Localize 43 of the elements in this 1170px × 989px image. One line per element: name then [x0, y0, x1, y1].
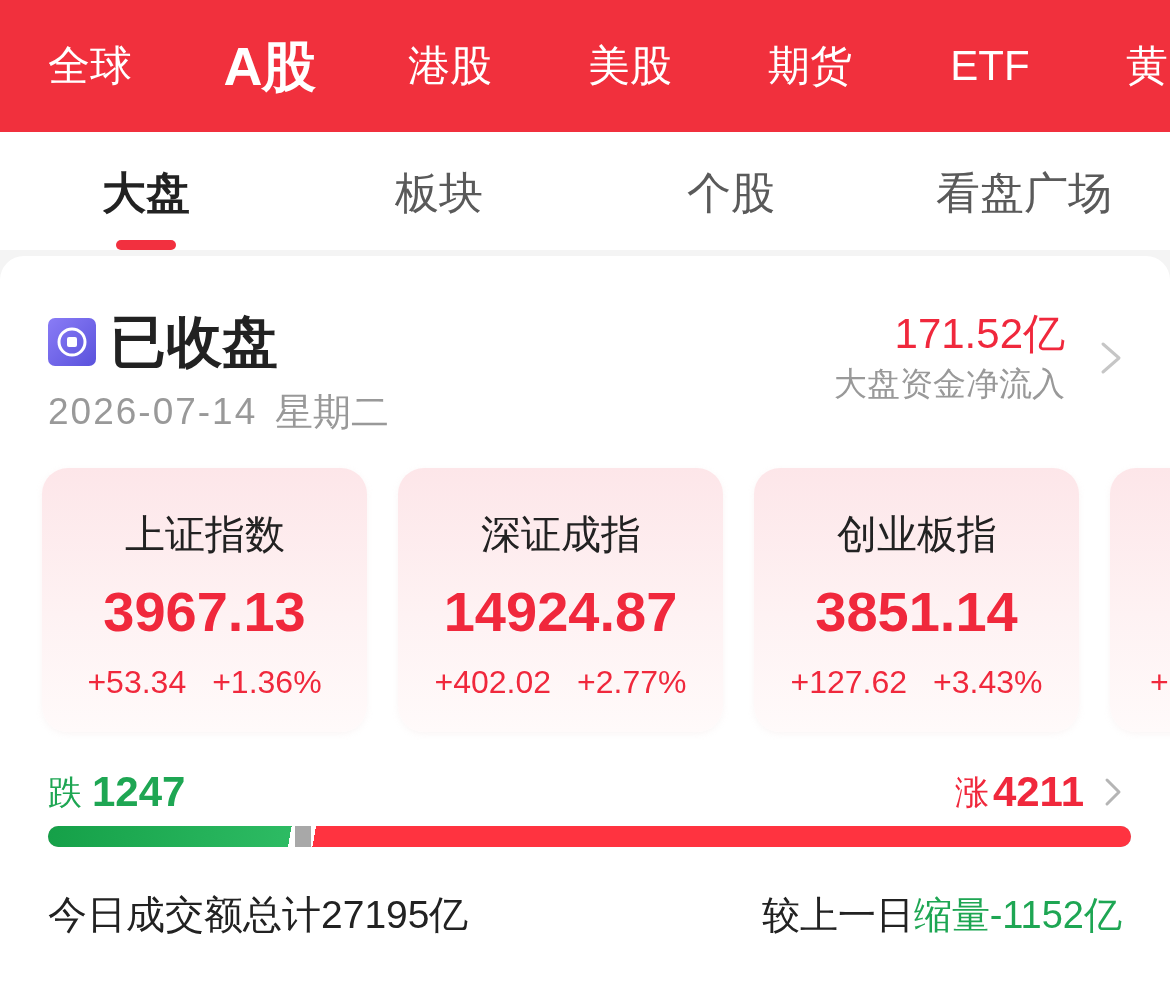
chevron-right-icon[interactable] [1100, 341, 1122, 375]
sub-tab[interactable]: 大盘 [0, 132, 293, 250]
index-change: +53.34 [87, 663, 187, 702]
index-change-percent: +3.43% [933, 663, 1043, 702]
index-change: +127.62 [790, 663, 908, 702]
index-name: 创业板指 [835, 511, 998, 558]
index-value: 3851.14 [814, 580, 1019, 644]
fall-count: 1247 [92, 768, 186, 816]
market-tab[interactable]: 期货 [720, 38, 900, 94]
index-name: 深证成指 [479, 511, 642, 558]
market-status: 已收盘 [110, 310, 278, 374]
market-tab[interactable]: ETF [900, 38, 1080, 94]
volume-change: 缩量-1152亿 [913, 893, 1122, 938]
index-change: +402.02 [434, 663, 552, 702]
market-tab[interactable]: 美股 [540, 38, 720, 94]
comparison-label: 较上一日 [761, 893, 914, 938]
sub-tab[interactable]: 看盘广场 [877, 132, 1170, 250]
rise-label: 涨 [954, 772, 989, 813]
index-card[interactable]: + [1110, 468, 1170, 732]
sub-tab[interactable]: 板块 [292, 132, 585, 250]
index-value: 3967.13 [102, 580, 307, 644]
index-value: 14924.87 [442, 580, 679, 644]
sub-tab[interactable]: 个股 [585, 132, 878, 250]
index-card[interactable]: 创业板指 3851.14 +127.62 +3.43% [754, 468, 1079, 732]
chevron-right-icon[interactable] [1104, 777, 1122, 807]
tab-underline [116, 240, 177, 250]
index-name: 上证指数 [123, 511, 286, 558]
fall-label: 跌 [48, 772, 82, 813]
turnover-total: 今日成交额总计27195亿 [48, 892, 469, 938]
index-change-percent: +2.77% [577, 663, 687, 702]
index-change: + [1150, 663, 1169, 702]
trade-date: 2026-07-14 [48, 390, 258, 434]
market-tab[interactable]: 港股 [360, 38, 540, 94]
market-tab[interactable]: 全球 [0, 38, 180, 94]
index-change-percent: +1.36% [212, 663, 322, 702]
net-inflow-label: 大盘资金净流入 [834, 364, 1065, 404]
weekday: 星期二 [275, 390, 390, 434]
net-inflow-value: 171.52亿 [893, 310, 1065, 358]
market-tab[interactable]: A股 [180, 38, 360, 94]
index-card[interactable]: 深证成指 14924.87 +402.02 +2.77% [398, 468, 723, 732]
rise-count: 4211 [992, 768, 1084, 816]
market-tab[interactable]: 黄 [1080, 38, 1168, 94]
index-card[interactable]: 上证指数 3967.13 +53.34 +1.36% [42, 468, 367, 732]
